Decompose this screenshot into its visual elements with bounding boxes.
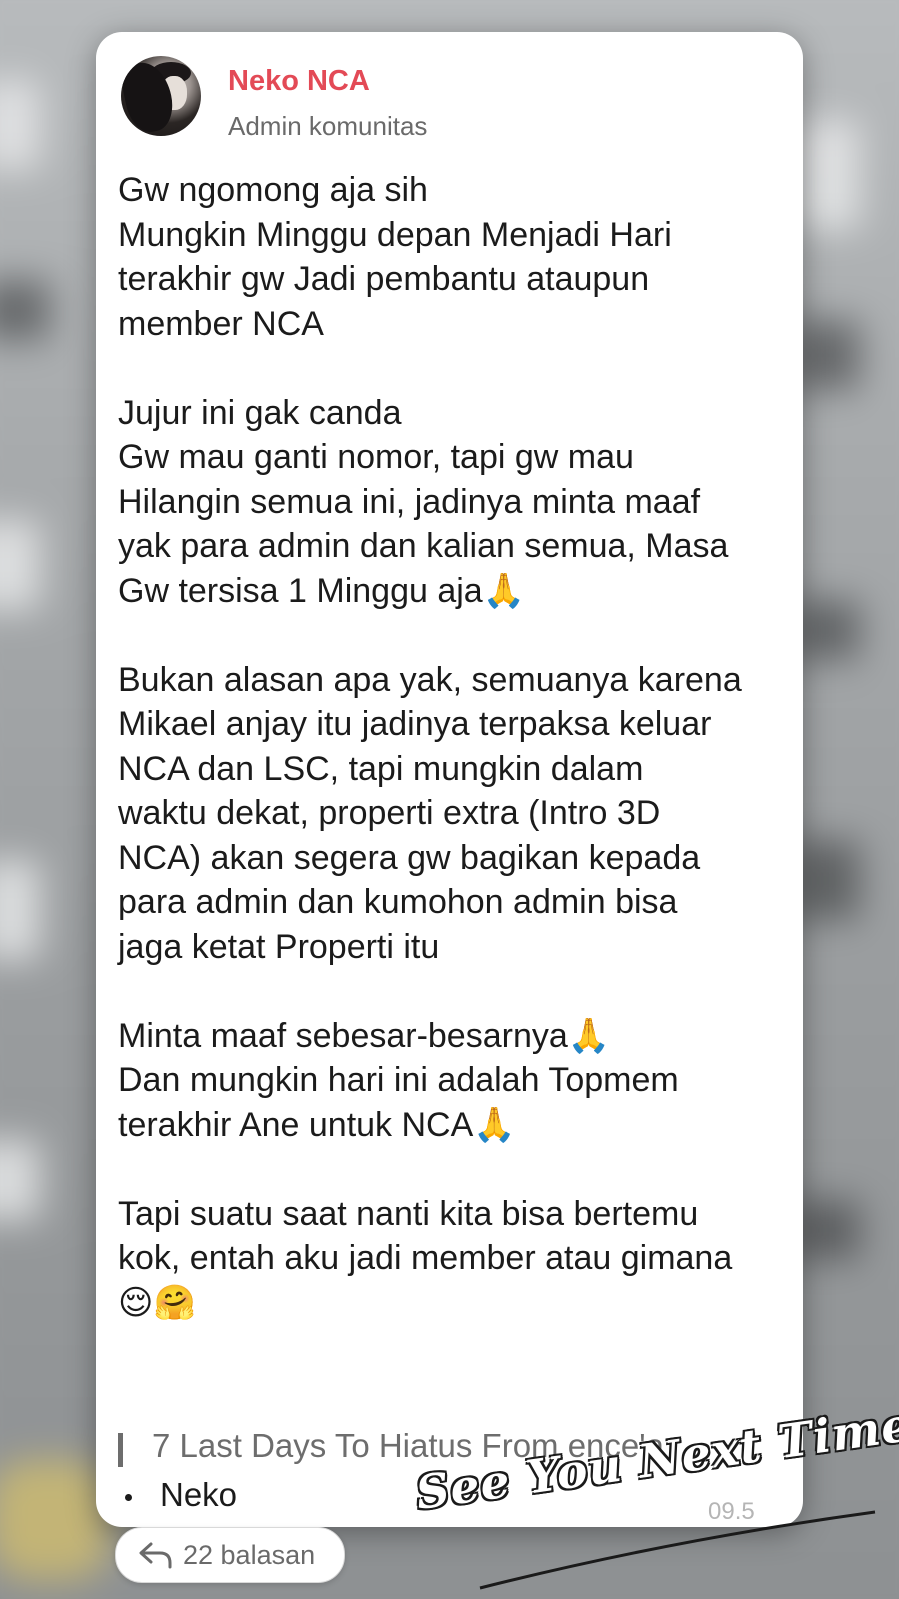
message-line: Minta maaf sebesar-besarnya🙏 <box>118 1016 611 1055</box>
message-line: Dan mungkin hari ini adalah Topmem <box>118 1061 679 1099</box>
post-card: Neko NCA Admin komunitas Gw ngomong aja … <box>96 32 803 1527</box>
reply-arrow-icon <box>139 1542 172 1569</box>
message-line: NCA) akan segera gw bagikan kepada <box>118 838 701 877</box>
quote-bar <box>118 1433 123 1467</box>
message-line <box>118 613 798 658</box>
message-line: terakhir gw Jadi pembantu ataupun <box>118 260 650 298</box>
message-line: Mungkin Minggu depan Menjadi Hari <box>118 215 672 254</box>
message-line: terakhir Ane untuk NCA🙏 <box>118 1105 516 1144</box>
avatar[interactable] <box>121 56 201 136</box>
message-line: yak para admin dan kalian semua, Masa <box>118 527 729 565</box>
signature-underline <box>479 1510 876 1590</box>
message-line: kok, entah aku jadi member atau gimana <box>118 1239 733 1277</box>
message-line: Hilangin semua ini, jadinya minta maaf <box>118 482 701 521</box>
message-line: Gw ngomong aja sih <box>118 171 428 209</box>
author-role: Admin komunitas <box>228 111 428 141</box>
author-name[interactable]: Neko NCA <box>228 65 370 98</box>
message-line: Tapi suatu saat nanti kita bisa bertemu <box>118 1194 699 1233</box>
message-line <box>118 346 798 391</box>
list-item-text: Neko <box>160 1476 238 1513</box>
message-line: jaga ketat Properti itu <box>118 927 440 966</box>
message-line <box>118 969 798 1014</box>
message-line <box>118 1147 798 1192</box>
replies-button[interactable]: 22 balasan <box>115 1527 345 1583</box>
post-message: Gw ngomong aja sih Mungkin Minggu depan M… <box>118 168 798 1325</box>
message-line: para admin dan kumohon admin bisa <box>118 883 678 921</box>
message-line: NCA dan LSC, tapi mungkin dalam <box>118 749 644 788</box>
message-line: Mikael anjay itu jadinya terpaksa keluar <box>118 705 712 743</box>
message-line: member NCA <box>118 304 324 343</box>
message-line: Bukan alasan apa yak, semuanya karena <box>118 660 742 699</box>
message-line: 😌🤗 <box>118 1283 196 1322</box>
message-line: Gw tersisa 1 Minggu aja🙏 <box>118 571 526 610</box>
message-line: waktu dekat, properti extra (Intro 3D <box>118 794 661 832</box>
replies-count: 22 balasan <box>183 1540 316 1570</box>
signature-overlay: See You Next Time. <box>412 1395 899 1590</box>
message-line: Gw mau ganti nomor, tapi gw mau <box>118 438 634 476</box>
bullet-icon <box>125 1494 132 1501</box>
message-line: Jujur ini gak canda <box>118 393 402 432</box>
